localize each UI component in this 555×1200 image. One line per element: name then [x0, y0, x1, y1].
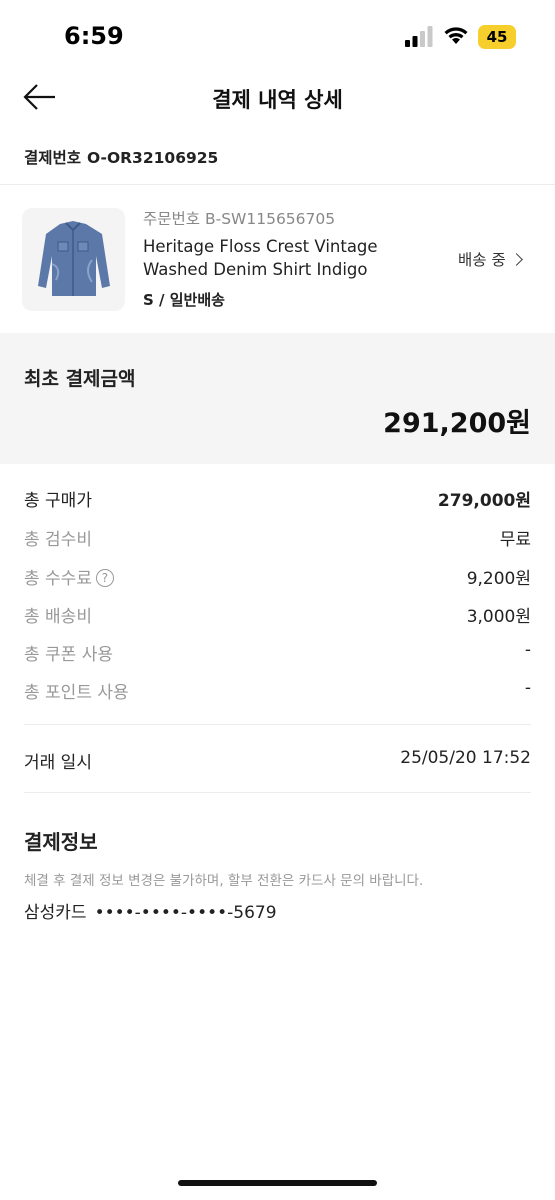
- wifi-icon: [444, 27, 468, 44]
- breakdown-value: 279,000원: [437, 491, 531, 511]
- breakdown-label: 총 포인트 사용: [24, 683, 129, 703]
- shipping-status-label: 배송 중: [458, 251, 506, 269]
- divider: [0, 184, 555, 185]
- initial-payment-label: 최초 결제금액: [24, 368, 136, 390]
- card-number: ••••-••••-••••-5679: [94, 903, 277, 923]
- breakdown-label: 총 검수비: [24, 530, 92, 550]
- order-number: 주문번호 B-SW115656705: [143, 210, 336, 228]
- battery-indicator: 45: [478, 25, 516, 49]
- chevron-right-icon: [509, 253, 523, 266]
- breakdown-label: 총 수수료: [24, 569, 92, 589]
- breakdown-row-coupon: 총 쿠폰 사용 -: [24, 640, 531, 666]
- breakdown-value: 9,200원: [466, 569, 531, 589]
- page-title: 결제 내역 상세: [212, 88, 343, 112]
- breakdown-label: 총 구매가: [24, 491, 92, 511]
- breakdown-label: 총 쿠폰 사용: [24, 645, 114, 665]
- page-header: 결제 내역 상세: [0, 74, 555, 124]
- product-thumbnail[interactable]: [22, 208, 125, 311]
- divider: [24, 792, 531, 793]
- breakdown-row-fee: 총 수수료? 9,200원: [24, 564, 531, 590]
- breakdown-row-points: 총 포인트 사용 -: [24, 678, 531, 704]
- payment-info-title: 결제정보: [24, 830, 98, 854]
- payment-number-value: O-OR32106925: [87, 149, 219, 167]
- breakdown-label-with-help: 총 수수료?: [24, 564, 114, 589]
- product-name-line1: Heritage Floss Crest Vintage: [143, 237, 378, 256]
- product-option: S / 일반배송: [143, 291, 225, 309]
- payment-number: 결제번호 O-OR32106925: [24, 146, 218, 168]
- breakdown-value: -: [524, 640, 531, 660]
- card-name: 삼성카드: [24, 903, 87, 923]
- divider: [24, 724, 531, 725]
- home-indicator[interactable]: [178, 1180, 377, 1186]
- initial-payment-amount: 291,200원: [383, 408, 531, 439]
- denim-shirt-image: [38, 221, 110, 296]
- transaction-label: 거래 일시: [24, 753, 92, 773]
- card-info: 삼성카드 ••••-••••-••••-5679: [24, 898, 277, 923]
- breakdown-value: 3,000원: [466, 607, 531, 627]
- product-name-line2: Washed Denim Shirt Indigo: [143, 260, 368, 279]
- breakdown-value: -: [524, 678, 531, 698]
- initial-payment-summary: 최초 결제금액 291,200원: [0, 333, 555, 464]
- help-icon[interactable]: ?: [95, 569, 114, 587]
- breakdown-row-shipping: 총 배송비 3,000원: [24, 602, 531, 628]
- transaction-value: 25/05/20 17:52: [400, 748, 531, 768]
- payment-number-label: 결제번호: [24, 149, 82, 167]
- breakdown-row-purchase: 총 구매가 279,000원: [24, 486, 531, 512]
- cellular-signal-icon: [405, 26, 433, 47]
- product-name[interactable]: Heritage Floss Crest Vintage Washed Deni…: [143, 235, 443, 281]
- shipping-status-link[interactable]: 배송 중: [458, 248, 523, 270]
- status-bar: 6:59 45: [0, 0, 555, 74]
- breakdown-value: 무료: [499, 530, 531, 550]
- breakdown-label: 총 배송비: [24, 607, 92, 627]
- payment-info-notice: 체결 후 결제 정보 변경은 불가하며, 할부 전환은 카드사 문의 바랍니다.: [24, 873, 424, 889]
- breakdown-row-inspection: 총 검수비 무료: [24, 525, 531, 551]
- status-time: 6:59: [64, 22, 124, 50]
